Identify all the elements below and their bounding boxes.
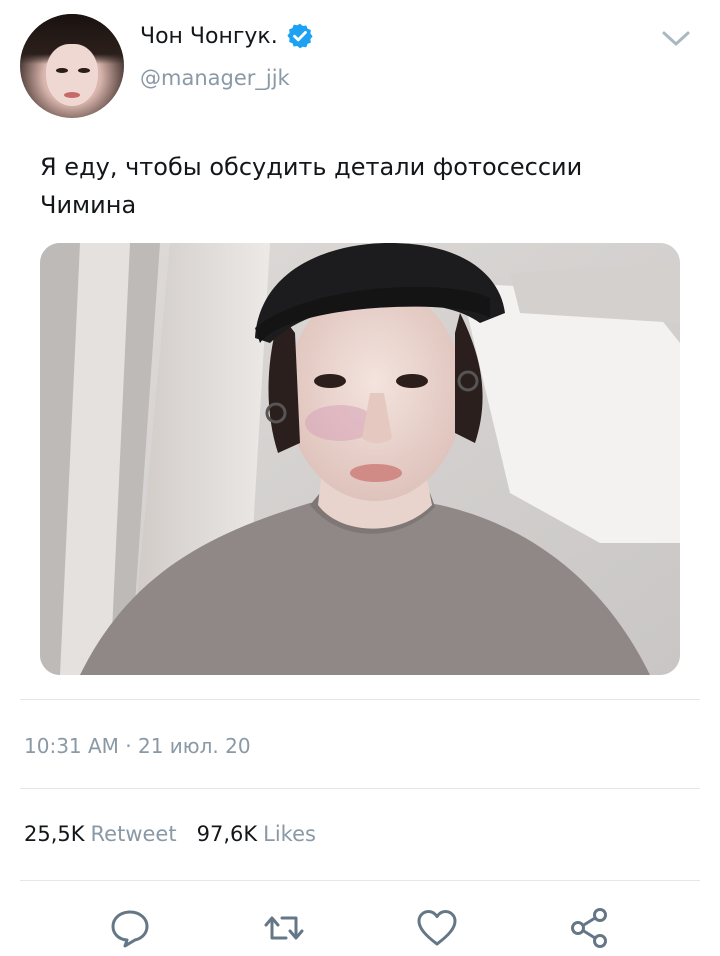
tweet-header: Чон Чонгук. @manager_jjk — [0, 0, 720, 130]
avatar-lips — [64, 92, 80, 98]
reply-icon — [111, 910, 149, 948]
heart-icon — [417, 910, 457, 946]
share-button[interactable] — [568, 906, 612, 950]
likes-count: 97,6K — [196, 822, 258, 846]
author-handle[interactable]: @manager_jjk — [140, 66, 290, 90]
retweet-count: 25,5K — [24, 822, 85, 846]
share-icon — [571, 908, 607, 948]
retweet-stat[interactable]: 25,5K Retweet — [24, 822, 177, 846]
tweet-text: Я еду, чтобы обсудить детали фотосессии Ч… — [40, 148, 680, 224]
retweet-icon — [264, 916, 304, 940]
avatar-eye-left — [56, 68, 68, 73]
likes-label: Likes — [263, 822, 316, 846]
reply-button[interactable] — [108, 906, 152, 950]
tweet-media-photo[interactable] — [40, 243, 680, 675]
tweet-actions-bar — [0, 900, 720, 956]
author-name-row[interactable]: Чон Чонгук. — [140, 22, 314, 50]
tweet-stats: 25,5K Retweet 97,6K Likes — [24, 822, 316, 846]
retweet-button[interactable] — [262, 906, 306, 950]
like-button[interactable] — [415, 906, 459, 950]
photo-illustration — [40, 243, 680, 675]
chevron-down-icon[interactable] — [660, 28, 692, 50]
verified-badge-icon — [287, 23, 313, 49]
tweet-timestamp[interactable]: 10:31 AM · 21 июл. 20 — [24, 734, 251, 758]
divider-top — [20, 699, 700, 700]
avatar-eye-right — [78, 68, 90, 73]
avatar[interactable] — [20, 14, 124, 118]
likes-stat[interactable]: 97,6K Likes — [197, 822, 316, 846]
tweet-text-line-1: Я еду, чтобы обсудить детали фотосессии — [40, 153, 583, 181]
author-display-name[interactable]: Чон Чонгук. — [140, 24, 278, 49]
retweet-label: Retweet — [90, 822, 177, 846]
divider-bottom — [20, 880, 700, 881]
divider-middle — [20, 788, 700, 789]
tweet-text-line-2: Чимина — [40, 191, 137, 219]
